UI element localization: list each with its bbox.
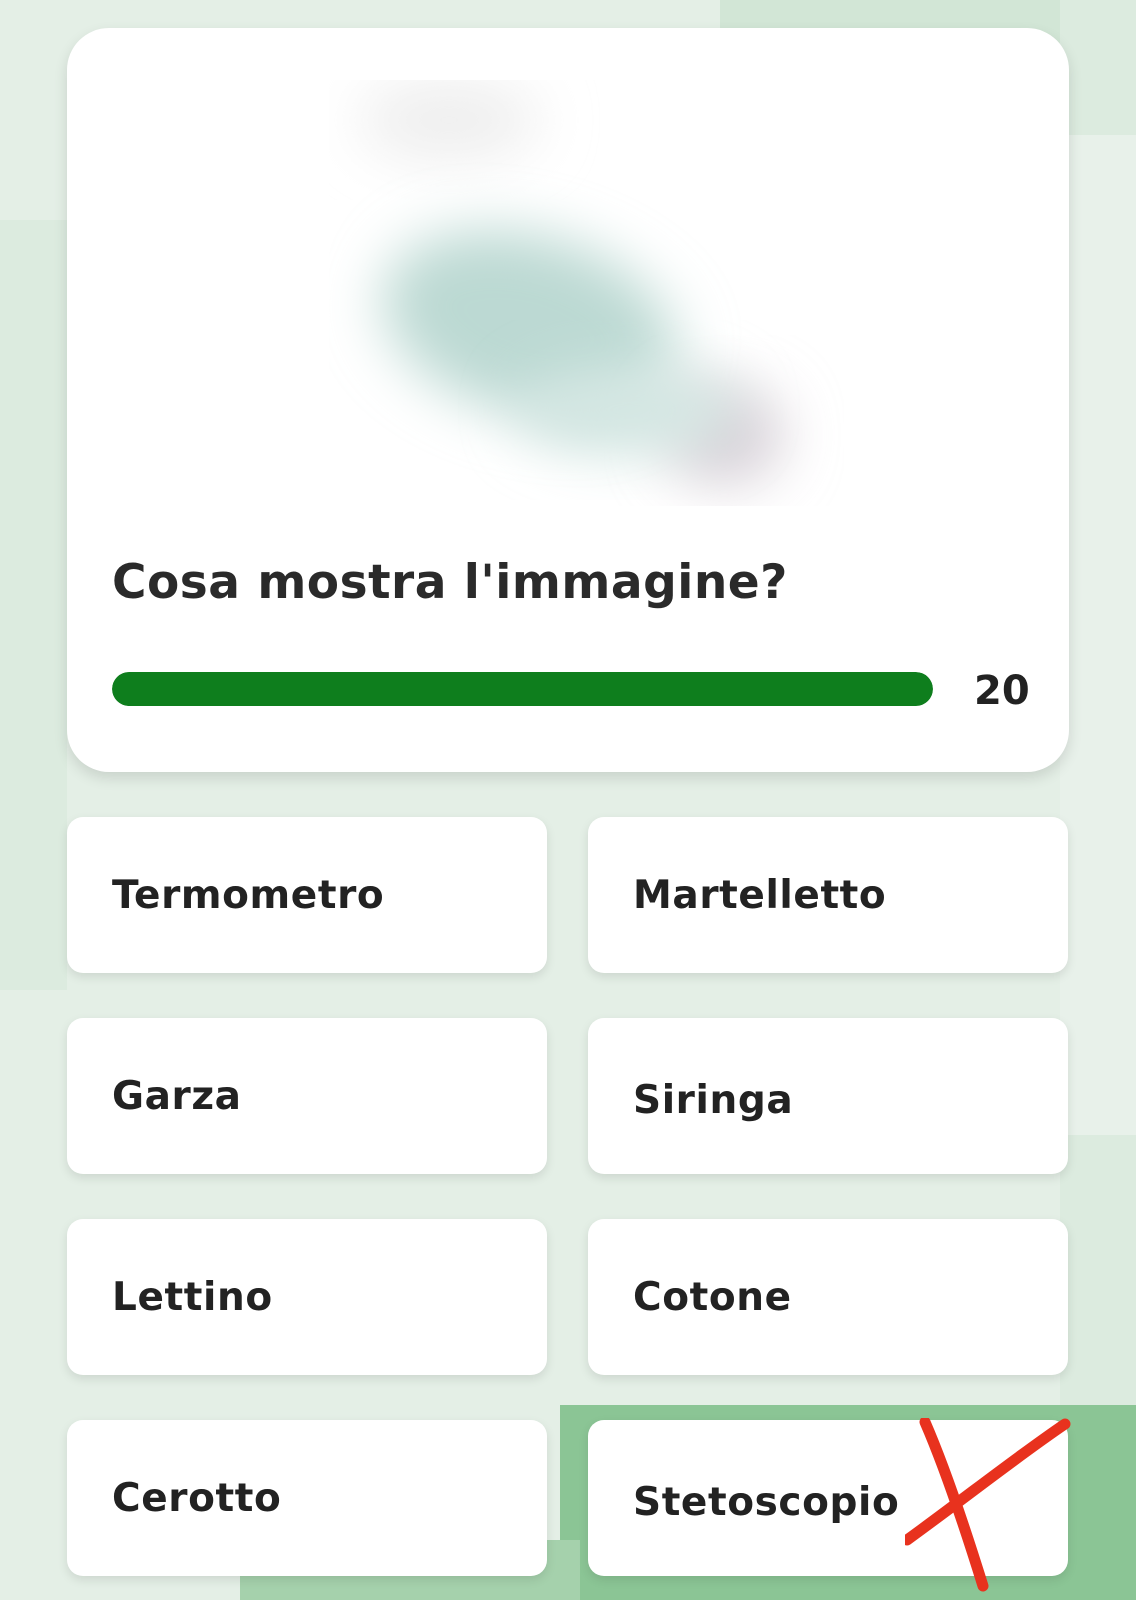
question-text: Cosa mostra l'immagine? [112, 555, 788, 610]
answer-button-termometro[interactable]: Termometro [67, 817, 547, 973]
answer-label: Stetoscopio [633, 1479, 900, 1525]
answer-button-cerotto[interactable]: Cerotto [67, 1420, 547, 1576]
blurred-image-icon [329, 80, 849, 506]
answer-button-garza[interactable]: Garza [67, 1018, 547, 1174]
answer-label: Garza [112, 1073, 242, 1119]
answer-button-martelletto[interactable]: Martelletto [588, 817, 1068, 973]
answer-label: Lettino [112, 1274, 273, 1320]
answer-button-cotone[interactable]: Cotone [588, 1219, 1068, 1375]
answer-label: Cotone [633, 1274, 792, 1320]
question-image [329, 80, 849, 506]
timer-bar-fill [112, 672, 933, 706]
timer-bar [112, 672, 933, 706]
answer-button-lettino[interactable]: Lettino [67, 1219, 547, 1375]
answer-button-stetoscopio[interactable]: Stetoscopio [588, 1420, 1068, 1576]
answer-button-siringa[interactable]: Siringa [588, 1018, 1068, 1174]
answer-label: Cerotto [112, 1475, 282, 1521]
answer-label: Siringa [633, 1077, 794, 1123]
answer-label: Martelletto [633, 872, 887, 918]
answer-label: Termometro [112, 872, 385, 918]
question-card: Cosa mostra l'immagine? 20 [67, 28, 1069, 772]
timer-count: 20 [974, 668, 1030, 714]
